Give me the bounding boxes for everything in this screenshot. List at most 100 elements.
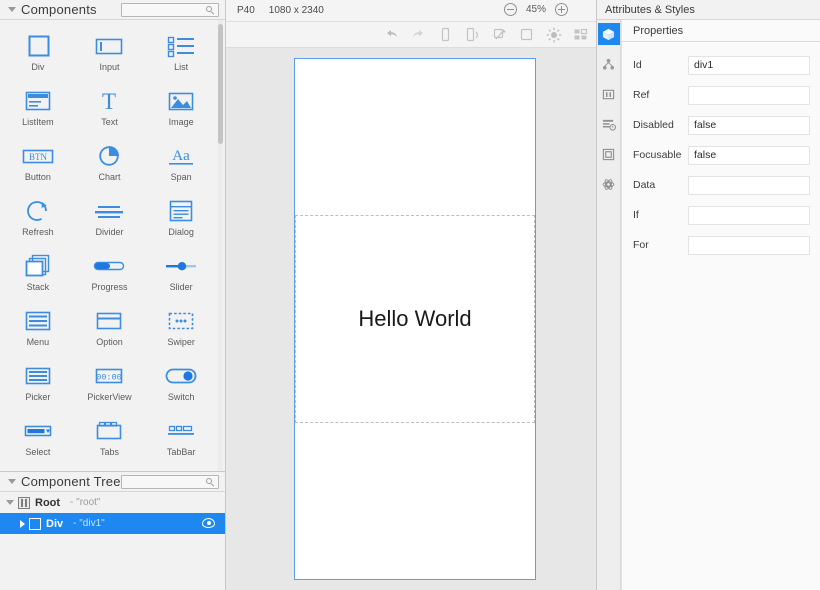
picker-icon bbox=[23, 363, 53, 389]
component-item-span[interactable]: Aa Span bbox=[145, 136, 217, 191]
tree-collapse-caret-icon[interactable] bbox=[8, 479, 16, 484]
chart-icon bbox=[96, 143, 122, 169]
property-label: Id bbox=[633, 59, 642, 71]
component-label: Input bbox=[99, 62, 120, 72]
component-item-chart[interactable]: Chart bbox=[74, 136, 146, 191]
undo-icon[interactable] bbox=[384, 27, 399, 42]
property-input-if[interactable] bbox=[688, 205, 810, 225]
form-icon[interactable] bbox=[598, 113, 620, 135]
components-collapse-caret-icon[interactable] bbox=[8, 7, 16, 12]
component-item-option[interactable]: Option bbox=[74, 301, 146, 356]
portrait-icon[interactable] bbox=[438, 27, 453, 42]
progress-icon bbox=[92, 253, 126, 279]
property-input-id[interactable] bbox=[688, 55, 810, 75]
redo-icon[interactable] bbox=[411, 27, 426, 42]
canvas-topbar: P40 1080 x 2340 45% bbox=[226, 0, 596, 22]
component-item-listitem[interactable]: ListItem bbox=[2, 81, 74, 136]
property-input-data[interactable] bbox=[688, 175, 810, 195]
slider-icon bbox=[164, 253, 198, 279]
component-item-swiper[interactable]: Swiper bbox=[145, 301, 217, 356]
columns-icon[interactable] bbox=[598, 83, 620, 105]
atom-icon[interactable] bbox=[598, 173, 620, 195]
component-item-slider[interactable]: Slider bbox=[145, 246, 217, 301]
rotate-icon[interactable] bbox=[492, 27, 507, 42]
component-label: TabBar bbox=[166, 447, 196, 457]
component-label: Dialog bbox=[168, 227, 194, 237]
tree-node-root[interactable]: Root - "root" bbox=[0, 492, 225, 513]
component-item-div[interactable]: Div bbox=[2, 26, 74, 81]
nodes-icon[interactable] bbox=[598, 53, 620, 75]
property-row-ref: Ref bbox=[622, 80, 820, 110]
component-item-text[interactable]: T Text bbox=[74, 81, 146, 136]
component-item-refresh[interactable]: Refresh bbox=[2, 191, 74, 246]
tabs-icon bbox=[94, 418, 124, 444]
landscape-icon[interactable] bbox=[465, 27, 480, 42]
component-tree-search-box[interactable] bbox=[121, 474, 219, 489]
brightness-icon[interactable] bbox=[546, 27, 562, 43]
components-search-input[interactable] bbox=[124, 3, 202, 16]
list-icon bbox=[166, 33, 196, 59]
property-row-if: If bbox=[622, 200, 820, 230]
component-label: Stack bbox=[26, 282, 50, 292]
layout-icon[interactable] bbox=[573, 27, 588, 42]
property-input-focusable[interactable] bbox=[688, 145, 810, 165]
component-label: Divider bbox=[95, 227, 124, 237]
component-item-divider[interactable]: Divider bbox=[74, 191, 146, 246]
properties-title: Properties bbox=[633, 24, 684, 37]
component-item-tabs[interactable]: Tabs bbox=[74, 411, 146, 466]
component-tree-title: Component Tree bbox=[21, 474, 121, 489]
selected-div-outline[interactable]: Hello World bbox=[295, 215, 535, 423]
svg-text:00:00: 00:00 bbox=[97, 373, 123, 383]
component-label: Picker bbox=[25, 392, 51, 402]
cube-icon[interactable] bbox=[597, 23, 620, 45]
property-row-id: Id bbox=[622, 50, 820, 80]
component-item-list[interactable]: List bbox=[145, 26, 217, 81]
chevron-down-icon[interactable] bbox=[6, 500, 14, 505]
components-scrollbar-thumb[interactable] bbox=[218, 24, 223, 144]
component-item-switch[interactable]: Switch bbox=[145, 356, 217, 411]
plus-circle-icon[interactable] bbox=[555, 3, 568, 16]
option-icon bbox=[94, 308, 124, 334]
property-label: Ref bbox=[633, 89, 650, 101]
component-item-dialog[interactable]: Dialog bbox=[145, 191, 217, 246]
component-label: Progress bbox=[91, 282, 128, 292]
component-item-image[interactable]: Image bbox=[145, 81, 217, 136]
components-panel-title: Components bbox=[21, 2, 97, 17]
property-input-ref[interactable] bbox=[688, 85, 810, 105]
component-label: Span bbox=[170, 172, 192, 182]
device-preview-frame[interactable]: Hello World bbox=[294, 58, 536, 580]
property-label: If bbox=[633, 209, 639, 221]
component-item-button[interactable]: BTN Button bbox=[2, 136, 74, 191]
component-tree-search-input[interactable] bbox=[124, 475, 202, 488]
minus-circle-icon[interactable] bbox=[504, 3, 517, 16]
square-icon[interactable] bbox=[519, 27, 534, 42]
properties-section-header: Properties bbox=[622, 20, 820, 42]
component-item-picker[interactable]: Picker bbox=[2, 356, 74, 411]
component-item-input[interactable]: Input bbox=[74, 26, 146, 81]
component-item-progress[interactable]: Progress bbox=[74, 246, 146, 301]
properties-area: Properties Id Ref Disabled bbox=[621, 20, 820, 590]
divider-icon bbox=[93, 198, 125, 224]
property-input-disabled[interactable] bbox=[688, 115, 810, 135]
device-resolution: 1080 x 2340 bbox=[268, 5, 324, 16]
component-item-menu[interactable]: Menu bbox=[2, 301, 74, 356]
component-item-select[interactable]: Select bbox=[2, 411, 74, 466]
component-label: Image bbox=[168, 117, 194, 127]
canvas-stage[interactable]: Hello World bbox=[226, 48, 596, 590]
property-label: Disabled bbox=[633, 119, 674, 131]
listitem-icon bbox=[23, 88, 53, 114]
visibility-eye-icon[interactable] bbox=[202, 518, 215, 528]
component-label: Switch bbox=[167, 392, 195, 402]
svg-text:BTN: BTN bbox=[29, 152, 48, 162]
property-input-for[interactable] bbox=[688, 235, 810, 255]
tree-node-div[interactable]: Div - "div1" bbox=[0, 513, 225, 534]
chevron-right-icon[interactable] bbox=[20, 519, 25, 528]
canvas-panel: P40 1080 x 2340 45% Hello World bbox=[226, 0, 597, 590]
pickerview-icon: 00:00 bbox=[93, 363, 125, 389]
components-search-box[interactable] bbox=[121, 2, 219, 17]
component-item-stack[interactable]: Stack bbox=[2, 246, 74, 301]
component-item-pickerview[interactable]: 00:00 PickerView bbox=[74, 356, 146, 411]
attributes-styles-header: Attributes & Styles bbox=[597, 0, 820, 20]
frame-icon[interactable] bbox=[598, 143, 620, 165]
component-item-tabbar[interactable]: TabBar bbox=[145, 411, 217, 466]
